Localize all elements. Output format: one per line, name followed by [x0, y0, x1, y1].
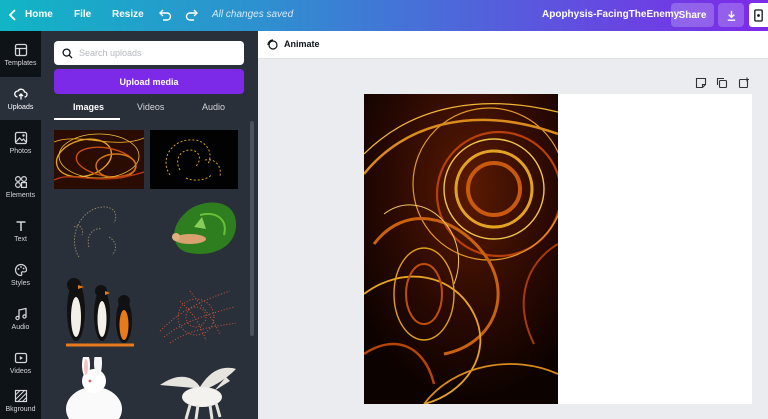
rail-label: Styles — [10, 279, 31, 287]
top-bar: Home File Resize All changes saved Apoph… — [0, 0, 768, 31]
redo-icon[interactable] — [184, 7, 200, 23]
search-icon — [62, 47, 73, 59]
upload-thumbnail[interactable] — [54, 197, 144, 267]
photo-icon — [14, 131, 27, 144]
rail-label: Audio — [11, 323, 30, 331]
rail-item-uploads[interactable]: Uploads — [0, 77, 41, 120]
undo-icon[interactable] — [157, 7, 173, 23]
rail-label: Bkground — [5, 405, 36, 413]
home-button[interactable]: Home — [25, 9, 53, 20]
rail-label: Text — [14, 235, 27, 243]
upload-thumbnail[interactable] — [54, 271, 144, 353]
palette-icon — [14, 263, 27, 276]
left-rail: Templates Uploads Photos Elements Text S… — [0, 31, 41, 419]
upload-thumbnail[interactable] — [54, 357, 144, 419]
rail-item-templates[interactable]: Templates — [0, 33, 41, 76]
rail-label: Templates — [4, 59, 37, 67]
rail-item-styles[interactable]: Styles — [0, 253, 41, 296]
upload-media-button[interactable]: Upload media — [54, 69, 244, 94]
design-page[interactable] — [364, 94, 752, 404]
upload-thumbnail[interactable] — [150, 357, 240, 419]
rail-label: Elements — [5, 191, 36, 199]
elements-icon — [14, 175, 27, 188]
tab-audio[interactable]: Audio — [202, 102, 225, 112]
upload-icon — [13, 88, 28, 99]
tab-images[interactable]: Images — [73, 102, 104, 112]
video-icon — [14, 352, 27, 363]
rail-item-videos[interactable]: Videos — [0, 341, 41, 384]
download-icon — [727, 10, 735, 21]
search-box[interactable] — [54, 41, 244, 65]
document-title[interactable]: Apophysis-FacingTheEnemy — [542, 9, 679, 20]
search-input[interactable] — [79, 48, 239, 58]
share-button[interactable]: Share — [671, 3, 714, 27]
rail-label: Uploads — [7, 103, 34, 111]
editor-area: Animate — [258, 31, 768, 419]
upload-thumbnail[interactable] — [150, 197, 240, 267]
animate-label: Animate — [284, 39, 320, 49]
text-icon — [16, 220, 25, 231]
rail-item-photos[interactable]: Photos — [0, 121, 41, 164]
add-page-icon[interactable] — [738, 76, 750, 89]
upload-thumbnail[interactable] — [150, 130, 238, 189]
rail-label: Videos — [9, 367, 32, 375]
editor-toolbar: Animate — [258, 31, 768, 59]
download-button[interactable] — [718, 3, 744, 27]
more-icon — [754, 8, 763, 22]
music-icon — [14, 307, 27, 320]
rail-label: Photos — [9, 147, 32, 155]
tab-videos[interactable]: Videos — [137, 102, 164, 112]
active-tab-indicator — [54, 118, 120, 120]
panel-scrollbar[interactable] — [250, 121, 254, 336]
note-icon[interactable] — [695, 76, 707, 89]
resize-button[interactable]: Resize — [112, 9, 144, 20]
rail-item-audio[interactable]: Audio — [0, 297, 41, 340]
fractal-artwork-image[interactable] — [364, 94, 558, 404]
duplicate-page-icon[interactable] — [716, 76, 728, 89]
file-menu-button[interactable]: File — [74, 9, 91, 20]
back-chevron-icon[interactable] — [6, 8, 20, 22]
upload-thumbnail[interactable] — [150, 271, 240, 353]
more-options-button[interactable] — [749, 3, 768, 27]
rail-item-elements[interactable]: Elements — [0, 165, 41, 208]
animate-icon — [267, 39, 278, 50]
uploads-panel: Upload media Images Videos Audio — [41, 31, 258, 419]
templates-icon — [14, 43, 27, 56]
background-icon — [14, 389, 27, 402]
animate-button[interactable]: Animate — [266, 38, 320, 50]
rail-item-background[interactable]: Bkground — [0, 379, 41, 419]
rail-item-text[interactable]: Text — [0, 209, 41, 252]
save-status: All changes saved — [212, 9, 294, 20]
upload-thumbnail[interactable] — [54, 130, 144, 189]
